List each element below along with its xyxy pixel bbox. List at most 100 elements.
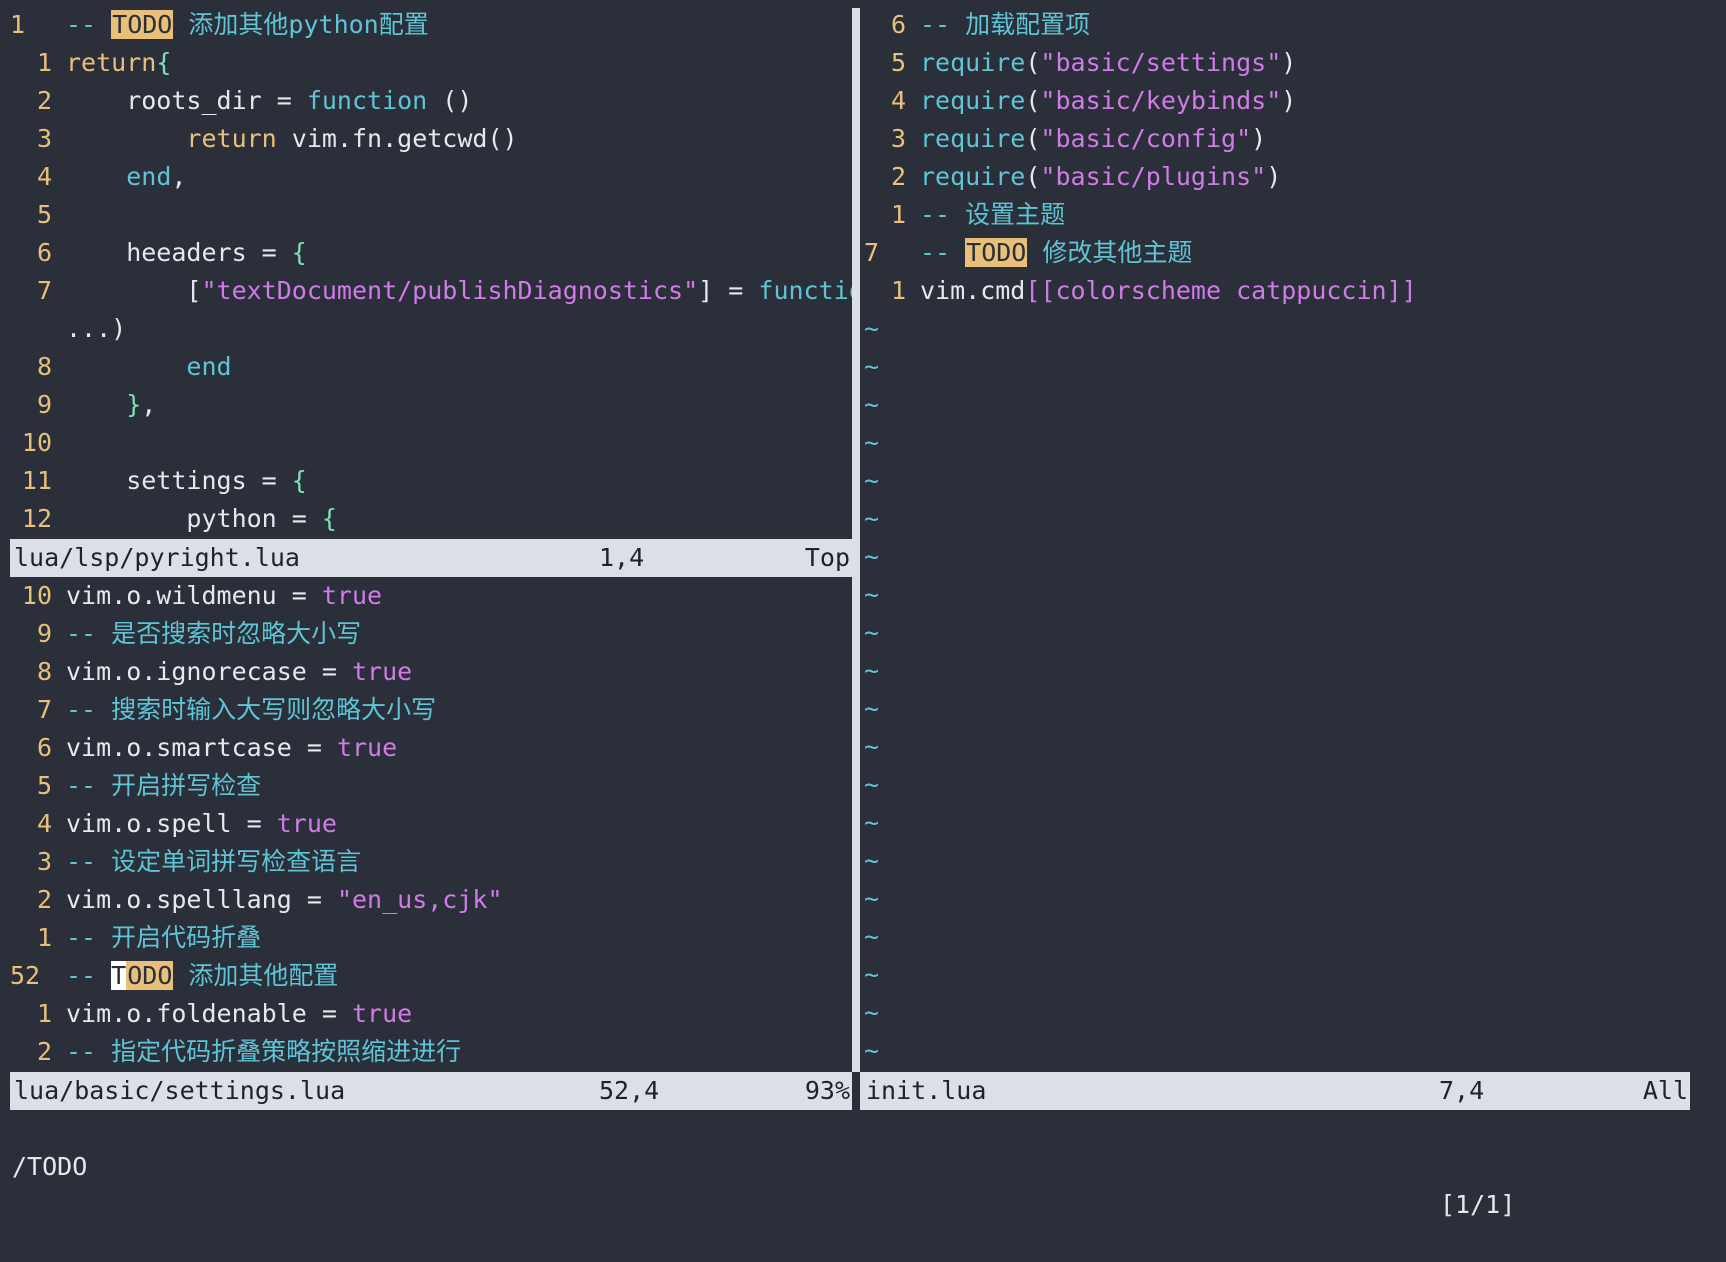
code-line[interactable]: 10 — [10, 424, 852, 462]
code-line[interactable]: 9 -- 是否搜索时忽略大小写 — [10, 615, 852, 653]
vertical-split-divider[interactable] — [852, 8, 860, 1072]
code-text: }, — [66, 386, 156, 424]
code-text: -- TODO 修改其他主题 — [920, 234, 1192, 272]
status-cursor-position: 1,4 — [599, 543, 645, 572]
code-line[interactable]: 5 — [10, 196, 852, 234]
empty-line-tilde: ~ — [864, 770, 880, 799]
search-command: /TODO — [12, 1152, 88, 1181]
line-number: 1 — [36, 923, 52, 952]
code-token: [ — [66, 276, 202, 305]
status-scroll-percent: 93% — [804, 1076, 850, 1105]
code-line[interactable]: 8 end — [10, 348, 852, 386]
statusline-init: init.lua 7,4 All — [860, 1072, 1690, 1110]
empty-line-tilde: ~ — [864, 998, 880, 1027]
status-cursor-position: 52,4 — [599, 1076, 660, 1105]
code-line[interactable]: 12 python = { — [10, 500, 852, 538]
code-line[interactable]: 6 heeaders = { — [10, 234, 852, 272]
line-number: 4 — [890, 86, 906, 115]
code-token: , — [141, 390, 157, 419]
code-token: true — [336, 733, 398, 762]
code-token: vim.o.wildmenu = — [66, 581, 322, 610]
code-line[interactable]: 2 roots_dir = function () — [10, 82, 852, 120]
code-line[interactable]: 4 vim.o.spell = true — [10, 805, 852, 843]
code-line[interactable]: 1 return{ — [10, 44, 852, 82]
line-number: 6 — [890, 10, 906, 39]
code-token: -- — [920, 238, 966, 267]
code-text: vim.o.wildmenu = true — [66, 577, 382, 615]
line-number: 3 — [890, 124, 906, 153]
code-line[interactable]: 5 require("basic/settings") — [864, 44, 1690, 82]
code-token: } — [126, 390, 142, 419]
code-text: -- 是否搜索时忽略大小写 — [66, 615, 361, 653]
code-line[interactable]: 1 -- TODO 添加其他python配置 — [10, 6, 852, 44]
todo-highlight: TODO — [965, 238, 1028, 267]
editor-pane-settings[interactable]: 10 vim.o.wildmenu = true 9 -- 是否搜索时忽略大小写 8 vi… — [10, 577, 852, 1071]
code-text: ["textDocument/publishDiagnostics"] = fu… — [66, 272, 852, 310]
line-number: 3 — [36, 847, 52, 876]
line-number: 2 — [36, 86, 52, 115]
code-token: "basic/keybinds" — [1040, 86, 1282, 115]
code-token: { — [291, 466, 307, 495]
code-text: require("basic/config") — [920, 120, 1266, 158]
line-number: 7 — [36, 276, 52, 305]
empty-line-tilde: ~ — [864, 922, 880, 951]
code-line[interactable]: 7 ["textDocument/publishDiagnostics"] = … — [10, 272, 852, 310]
code-line[interactable]: 3 return vim.fn.getcwd() — [10, 120, 852, 158]
code-line[interactable]: 5 -- 开启拼写检查 — [10, 767, 852, 805]
code-line[interactable]: 7 -- 搜索时输入大写则忽略大小写 — [10, 691, 852, 729]
line-number: 8 — [36, 657, 52, 686]
line-number: 9 — [36, 619, 52, 648]
code-token: { — [156, 48, 172, 77]
code-token: -- 开启代码折叠 — [66, 923, 262, 952]
code-token: -- 加载配置项 — [920, 10, 1091, 39]
code-line[interactable]: 4 require("basic/keybinds") — [864, 82, 1690, 120]
empty-line-tilde: ~ — [864, 466, 880, 495]
code-line[interactable]: 52 -- TODO 添加其他配置 — [10, 957, 852, 995]
code-token: settings = — [66, 466, 292, 495]
code-line[interactable]: 11 settings = { — [10, 462, 852, 500]
code-token: vim.o.spell = — [66, 809, 277, 838]
editor-pane-pyright[interactable]: 1 -- TODO 添加其他python配置 1 return{2 roots_dir… — [10, 6, 852, 538]
line-number: 7 — [864, 238, 880, 267]
code-token: vim.o.foldenable = — [66, 999, 352, 1028]
line-number: 52 — [10, 961, 41, 990]
code-line[interactable]: 1 vim.cmd[[colorscheme catppuccin]] — [864, 272, 1690, 310]
line-number: 11 — [21, 466, 52, 495]
code-line[interactable]: 4 end, — [10, 158, 852, 196]
empty-line-tilde: ~ — [864, 542, 880, 571]
code-line[interactable]: 7 -- TODO 修改其他主题 — [864, 234, 1690, 272]
code-line[interactable]: 1 -- 开启代码折叠 — [10, 919, 852, 957]
code-line[interactable]: ...) — [10, 310, 852, 348]
code-line[interactable]: 6 vim.o.smartcase = true — [10, 729, 852, 767]
code-text: -- 开启拼写检查 — [66, 767, 261, 805]
code-text: -- 设置主题 — [920, 196, 1065, 234]
code-line[interactable]: 1 -- 设置主题 — [864, 196, 1690, 234]
empty-line-tilde: ~ — [864, 314, 880, 343]
code-line[interactable]: 6 -- 加载配置项 — [864, 6, 1690, 44]
code-line[interactable]: 2 require("basic/plugins") — [864, 158, 1690, 196]
code-token: ] = — [698, 276, 759, 305]
code-line[interactable]: 9 }, — [10, 386, 852, 424]
code-token: "basic/config" — [1040, 124, 1252, 153]
code-line[interactable]: 3 -- 设定单词拼写检查语言 — [10, 843, 852, 881]
todo-highlight: TODO — [111, 10, 174, 39]
command-line[interactable]: /TODO [1/1] — [12, 1110, 1690, 1219]
todo-highlight: ODO — [126, 961, 174, 990]
code-line[interactable]: 8 vim.o.ignorecase = true — [10, 653, 852, 691]
line-number: 6 — [36, 733, 52, 762]
code-token: -- 搜索时输入大写则忽略大小写 — [66, 695, 437, 724]
line-number: 10 — [21, 581, 52, 610]
code-token: ( — [1025, 86, 1041, 115]
code-text: -- 指定代码折叠策略按照缩进进行 — [66, 1033, 461, 1071]
code-line[interactable]: 2 vim.o.spelllang = "en_us,cjk" — [10, 881, 852, 919]
code-token: true — [276, 809, 337, 838]
code-text: heeaders = { — [66, 234, 307, 272]
line-number: 4 — [36, 162, 52, 191]
editor-pane-init[interactable]: 6 -- 加载配置项 5 require("basic/settings") 4 requ… — [864, 6, 1690, 1072]
code-line[interactable]: 10 vim.o.wildmenu = true — [10, 577, 852, 615]
code-line[interactable]: 1 vim.o.foldenable = true — [10, 995, 852, 1033]
line-number: 5 — [36, 771, 52, 800]
code-line[interactable]: 2 -- 指定代码折叠策略按照缩进进行 — [10, 1033, 852, 1071]
code-line[interactable]: 3 require("basic/config") — [864, 120, 1690, 158]
